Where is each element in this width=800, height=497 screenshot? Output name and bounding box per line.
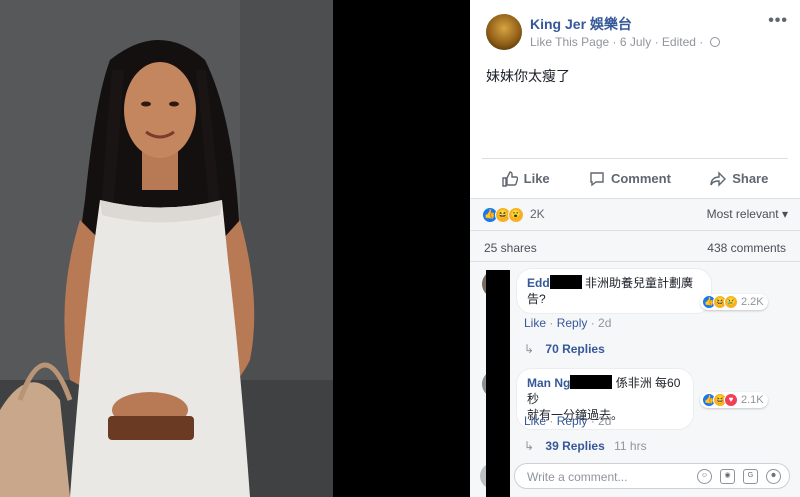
comment-reaction-count: 2.1K bbox=[741, 394, 764, 406]
sort-dropdown[interactable]: Most relevant ▾ bbox=[707, 207, 788, 221]
like-label: Like bbox=[523, 171, 550, 186]
post-stats: 25 shares 438 comments bbox=[470, 230, 800, 262]
like-page-link[interactable]: Like This Page bbox=[530, 35, 609, 49]
sticker-icon[interactable]: ☻ bbox=[766, 469, 781, 484]
caret-down-icon: ▾ bbox=[781, 207, 788, 221]
comment-age[interactable]: 2d bbox=[598, 316, 611, 330]
redaction-bar bbox=[549, 275, 582, 289]
wow-reaction-icon: 😮 bbox=[508, 207, 524, 223]
redaction-bar bbox=[570, 375, 613, 389]
share-arrow-icon bbox=[710, 170, 727, 187]
view-replies-link[interactable]: ↳ 70 Replies bbox=[524, 342, 605, 356]
comment-button[interactable]: Comment bbox=[589, 171, 671, 187]
meta-separator: · bbox=[699, 35, 704, 49]
reply-arrow-icon: ↳ bbox=[524, 342, 535, 356]
reply-arrow-icon: ↳ bbox=[524, 439, 535, 453]
photo-letterbox bbox=[333, 0, 470, 497]
love-reaction-icon: ♥ bbox=[724, 393, 738, 407]
sad-reaction-icon: 😢 bbox=[724, 295, 738, 309]
edited-label[interactable]: Edited bbox=[662, 35, 696, 49]
comment-like-link[interactable]: Like bbox=[524, 316, 546, 330]
replies-time: 11 hrs bbox=[614, 439, 647, 453]
like-button[interactable]: Like bbox=[501, 170, 550, 187]
girl-photo-illustration bbox=[0, 0, 333, 497]
share-button[interactable]: Share bbox=[710, 170, 769, 187]
commenter-name[interactable]: Edd bbox=[527, 276, 550, 290]
reactions-bar: 👍 😆 😮 2K Most relevant ▾ bbox=[470, 198, 800, 230]
comment-label: Comment bbox=[610, 171, 671, 186]
comments-section: Edd 非洲助養兒童計劃廣 告? 👍 😆 😢 2.2K Like · Reply… bbox=[470, 262, 800, 497]
redaction-bar bbox=[486, 270, 510, 497]
comments-count[interactable]: 438 comments bbox=[707, 241, 786, 255]
comment-reactions[interactable]: 👍 😆 😢 2.2K bbox=[700, 294, 768, 310]
post-panel: King Jer 娛樂台 Like This Page · 6 July · E… bbox=[470, 0, 800, 497]
comment-bubble: Edd 非洲助養兒童計劃廣 告? bbox=[516, 268, 712, 314]
comment-meta: Like · Reply · 2d bbox=[524, 316, 612, 330]
thumbs-up-icon bbox=[501, 170, 518, 187]
composer-icons: ☺ ◉ G ☻ bbox=[697, 469, 781, 484]
meta-separator: · bbox=[654, 35, 659, 49]
comment-like-link[interactable]: Like bbox=[524, 414, 546, 428]
gif-icon[interactable]: G bbox=[743, 469, 758, 484]
post-meta: Like This Page · 6 July · Edited · bbox=[530, 35, 720, 49]
page-name-link[interactable]: King Jer 娛樂台 bbox=[530, 14, 632, 34]
post-header: King Jer 娛樂台 Like This Page · 6 July · E… bbox=[470, 0, 800, 60]
globe-icon bbox=[709, 37, 720, 47]
view-replies-link[interactable]: ↳ 39 Replies 11 hrs bbox=[524, 439, 647, 453]
comment-text-line1: 非洲助養兒童計劃廣 bbox=[585, 276, 694, 290]
page-avatar[interactable] bbox=[486, 14, 522, 50]
comment-input[interactable]: Write a comment... ☺ ◉ G ☻ bbox=[514, 463, 790, 489]
meta-separator: · bbox=[612, 35, 617, 49]
emoji-icon[interactable]: ☺ bbox=[697, 469, 712, 484]
post-actions: Like Comment Share bbox=[482, 158, 788, 198]
reaction-icons[interactable]: 👍 😆 😮 bbox=[482, 207, 524, 223]
more-options-icon[interactable]: ••• bbox=[768, 12, 788, 30]
comment-icon bbox=[590, 171, 604, 186]
reaction-count[interactable]: 2K bbox=[530, 207, 545, 221]
replies-count: 70 Replies bbox=[545, 342, 605, 356]
post-text: 妹妹你太瘦了 bbox=[486, 68, 570, 84]
comment-reaction-count: 2.2K bbox=[741, 296, 764, 308]
commenter-name[interactable]: Man Ng bbox=[527, 376, 570, 390]
post-date[interactable]: 6 July bbox=[620, 35, 651, 49]
sort-label: Most relevant bbox=[706, 207, 779, 221]
comment-reactions[interactable]: 👍 😆 ♥ 2.1K bbox=[700, 392, 768, 408]
comment-age[interactable]: 2d bbox=[598, 414, 611, 428]
comment-reply-link[interactable]: Reply bbox=[557, 414, 588, 428]
comment-composer: Write a comment... ☺ ◉ G ☻ bbox=[480, 463, 790, 489]
comment-text-line2: 告? bbox=[527, 292, 546, 306]
camera-icon[interactable]: ◉ bbox=[720, 469, 735, 484]
comment-reply-link[interactable]: Reply bbox=[557, 316, 588, 330]
screenshot-root: King Jer 娛樂台 Like This Page · 6 July · E… bbox=[0, 0, 800, 497]
shares-count[interactable]: 25 shares bbox=[484, 241, 537, 255]
post-photo[interactable] bbox=[0, 0, 333, 497]
share-label: Share bbox=[732, 171, 769, 186]
comment-input-placeholder: Write a comment... bbox=[527, 470, 628, 484]
replies-count: 39 Replies bbox=[545, 439, 605, 453]
comment-meta: Like · Reply · 2d bbox=[524, 414, 612, 428]
